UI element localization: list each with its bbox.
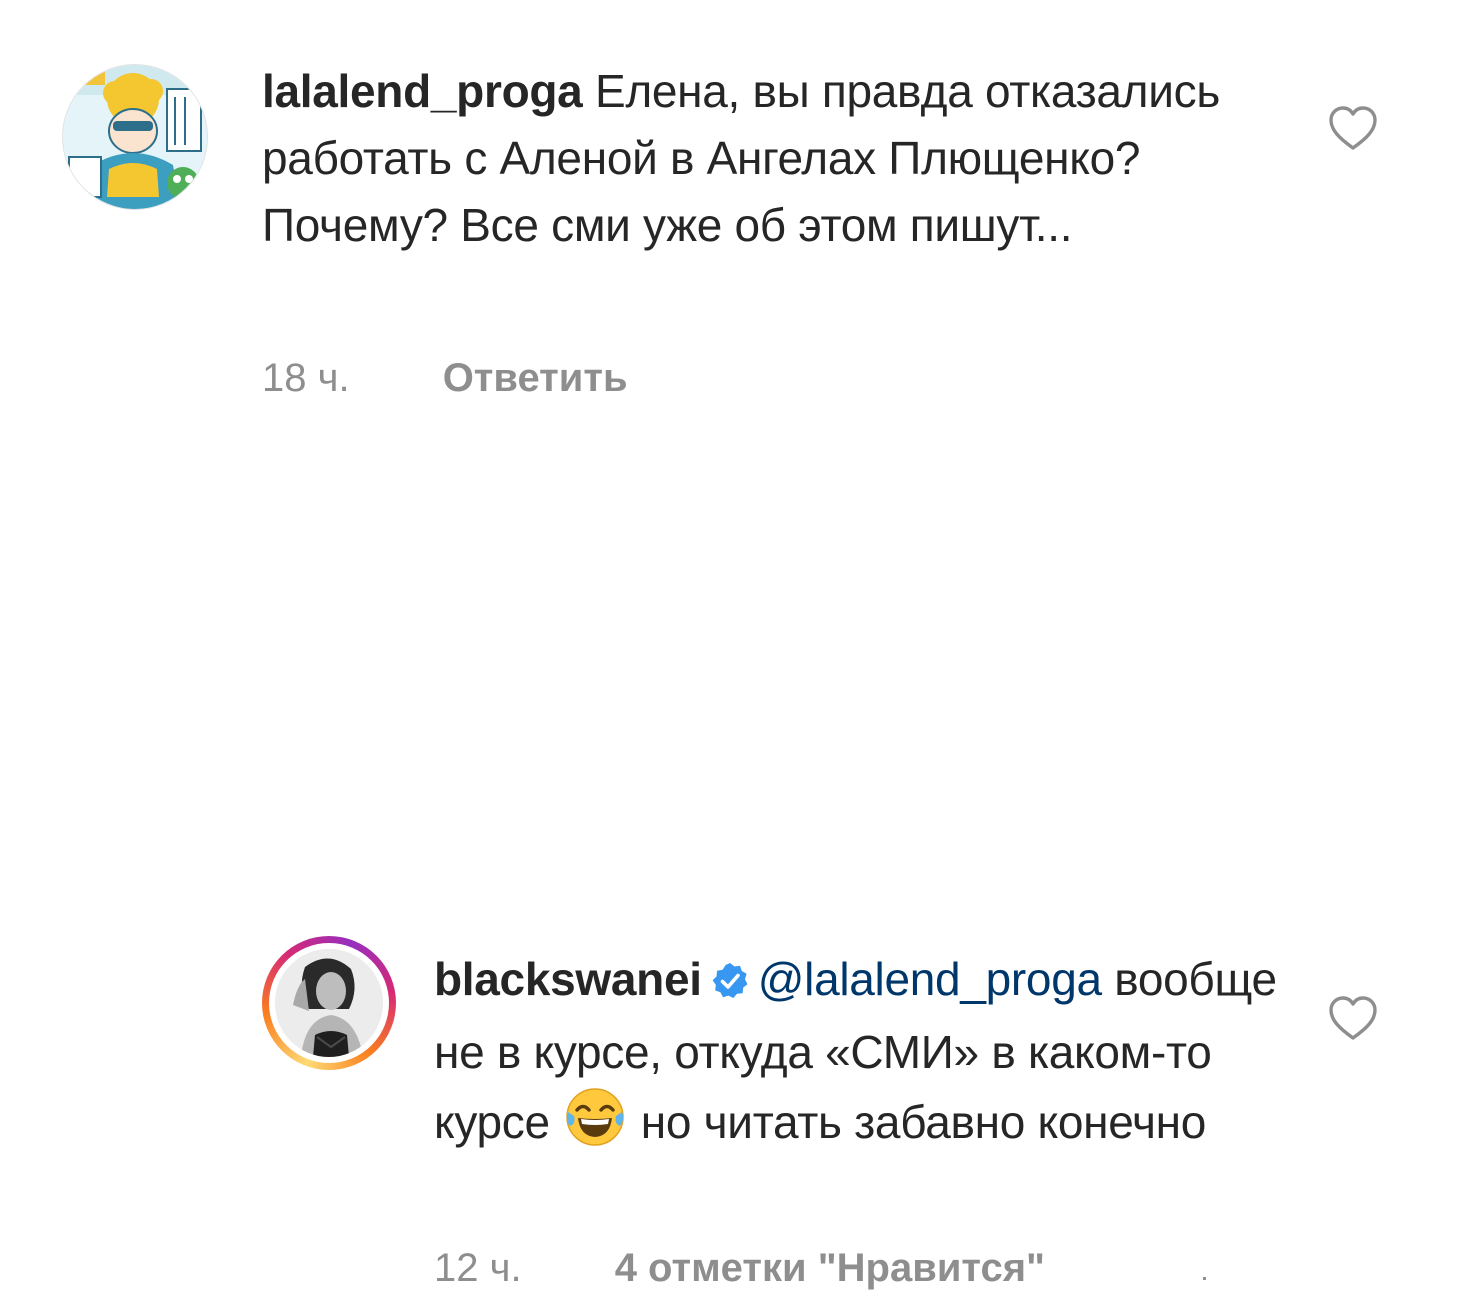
comment-text-continued: но читать забавно конечно	[640, 1096, 1207, 1148]
mention-link[interactable]: @lalalend_proga	[758, 953, 1102, 1005]
story-ring[interactable]	[262, 936, 396, 1070]
truncated-action-mark	[1203, 1277, 1206, 1280]
comment-item: blackswanei @lalalend_proga вообще не в …	[0, 430, 1460, 1290]
comment-meta: 12 ч. 4 отметки "Нравится"	[434, 1246, 1045, 1291]
story-ring-gap	[269, 943, 389, 1063]
avatar-artwork	[275, 949, 383, 1057]
reply-button[interactable]: Ответить	[443, 356, 628, 401]
avatar-artwork	[63, 65, 207, 209]
comment-body: blackswanei @lalalend_proga вообще не в …	[434, 946, 1294, 1166]
comment-timestamp: 12 ч.	[434, 1246, 522, 1290]
likes-count-button[interactable]: 4 отметки "Нравится"	[615, 1246, 1045, 1291]
portrait-photo-avatar	[275, 949, 383, 1057]
comment-timestamp: 18 ч.	[262, 356, 350, 400]
tears-of-joy-emoji-icon	[564, 1086, 626, 1166]
comment-item: lalalend_proga Елена, вы правда отказали…	[0, 0, 1460, 430]
comment-username[interactable]: lalalend_proga	[262, 65, 583, 117]
comment-body: lalalend_proga Елена, вы правда отказали…	[262, 58, 1222, 259]
comment-meta: 18 ч. Ответить	[262, 356, 628, 401]
verified-badge-icon	[710, 952, 750, 1019]
heart-outline-icon[interactable]	[1327, 104, 1379, 152]
anime-character-avatar[interactable]	[62, 64, 208, 210]
heart-outline-icon[interactable]	[1327, 994, 1379, 1042]
comment-username[interactable]: blackswanei	[434, 953, 702, 1005]
